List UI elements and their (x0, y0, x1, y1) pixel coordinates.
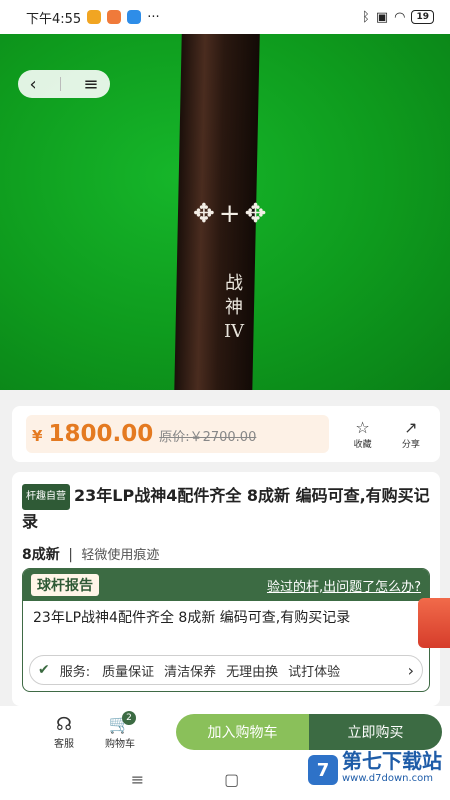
cart-count-badge: 2 (122, 710, 136, 725)
cart-button[interactable]: 2 🛒 购物车 (92, 710, 148, 750)
service-item: 试打体验 (288, 664, 341, 680)
battery-icon: 19 (411, 10, 434, 24)
headset-icon: ☊ (56, 713, 72, 735)
wifi-icon: ◠ (394, 9, 406, 25)
product-detail-card: 杆趣自营 23年LP战神4配件齐全 8成新 编码可查,有购买记录 8成新 | 轻微… (12, 472, 440, 706)
self-operated-tag: 杆趣自营 (22, 484, 70, 510)
message-notification-icon (127, 10, 142, 24)
favorite-label: 收藏 (353, 439, 372, 450)
status-left: 下午4:55 ··· (26, 8, 160, 27)
service-item: 无理由换 (226, 664, 279, 680)
app-notification-icon (87, 10, 102, 24)
price-box: ¥ 1800.00 原价:￥2700.00 (26, 415, 330, 453)
cue-engraving-char: IV (223, 321, 245, 342)
status-bar: 下午4:55 ··· ᛒ ▣ ◠ 19 (0, 0, 450, 34)
original-price: 原价:￥2700.00 (159, 430, 257, 445)
cue-engraving-char: 神 (225, 297, 243, 318)
status-right: ᛒ ▣ ◠ 19 (362, 10, 434, 25)
check-icon: ✔ (38, 662, 50, 678)
recent-apps-icon[interactable]: ≡ (131, 770, 144, 789)
silent-icon: ▣ (375, 9, 389, 25)
service-item: 清洁保养 (164, 664, 217, 680)
buy-now-button[interactable]: 立即购买 (309, 714, 442, 750)
cue-ornament: ✥+✥ (193, 199, 271, 229)
share-button[interactable]: ↗ 分享 (396, 417, 426, 450)
condition-separator: | (68, 547, 73, 563)
customer-service-button[interactable]: ☊ 客服 (36, 713, 92, 750)
service-item: 质量保证 (102, 664, 155, 680)
red-packet-float-icon[interactable] (418, 598, 450, 648)
product-title: 23年LP战神4配件齐全 8成新 编码可查,有购买记录 (22, 486, 430, 531)
service-row[interactable]: ✔ 服务: 质量保证 清洁保养 无理由换 试打体验 › (29, 655, 423, 685)
watermark-logo-icon: 7 (308, 755, 338, 785)
cue-engraving: 战 神 IV (222, 272, 246, 344)
top-nav-capsule: ‹ ≡ (18, 70, 110, 98)
report-header: 球杆报告 验过的杆,出问题了怎么办? (23, 569, 429, 601)
price-currency: ¥ (32, 427, 43, 445)
add-to-cart-button[interactable]: 加入购物车 (176, 714, 309, 750)
price-card: ¥ 1800.00 原价:￥2700.00 ☆ 收藏 ↗ 分享 (12, 406, 440, 462)
report-text: 23年LP战神4配件齐全 8成新 编码可查,有购买记录 (33, 610, 351, 626)
home-icon[interactable]: ▢ (224, 770, 239, 789)
watermark-text: 第七下载站 www.d7down.com (342, 749, 442, 788)
menu-icon[interactable]: ≡ (83, 74, 98, 95)
bluetooth-icon: ᛒ (362, 9, 370, 25)
watermark-title: 第七下载站 (342, 749, 442, 773)
cart-label: 购物车 (105, 738, 135, 750)
price-value: 1800.00 (48, 421, 154, 447)
watermark: 7 第七下载站 www.d7down.com (308, 749, 442, 788)
product-title-row: 杆趣自营 23年LP战神4配件齐全 8成新 编码可查,有购买记录 (22, 484, 430, 534)
purchase-buttons: 加入购物车 立即购买 (176, 714, 442, 750)
cue-report: 球杆报告 验过的杆,出问题了怎么办? 23年LP战神4配件齐全 8成新 编码可查… (22, 568, 430, 692)
condition-row: 8成新 | 轻微使用痕迹 (22, 544, 430, 564)
report-badge: 球杆报告 (31, 574, 99, 596)
star-icon: ☆ (355, 417, 370, 437)
divider (59, 77, 61, 91)
service-label: 服务: (59, 664, 91, 680)
condition-description: 轻微使用痕迹 (81, 548, 160, 563)
back-icon[interactable]: ‹ (29, 74, 36, 95)
report-help-link[interactable]: 验过的杆,出问题了怎么办? (267, 576, 421, 595)
app-notification-icon (107, 10, 122, 24)
product-image[interactable]: ✥+✥ 战 神 IV ‹ ≡ (0, 34, 450, 390)
chevron-right-icon: › (407, 660, 414, 680)
status-time: 下午4:55 (26, 11, 82, 27)
more-notifications-icon: ··· (147, 9, 160, 25)
customer-service-label: 客服 (54, 738, 74, 750)
share-icon: ↗ (404, 417, 418, 437)
cue-engraving-char: 战 (225, 273, 243, 294)
condition-grade: 8成新 (22, 547, 60, 563)
watermark-url: www.d7down.com (342, 773, 434, 784)
favorite-button[interactable]: ☆ 收藏 (347, 417, 377, 450)
share-label: 分享 (401, 439, 420, 450)
